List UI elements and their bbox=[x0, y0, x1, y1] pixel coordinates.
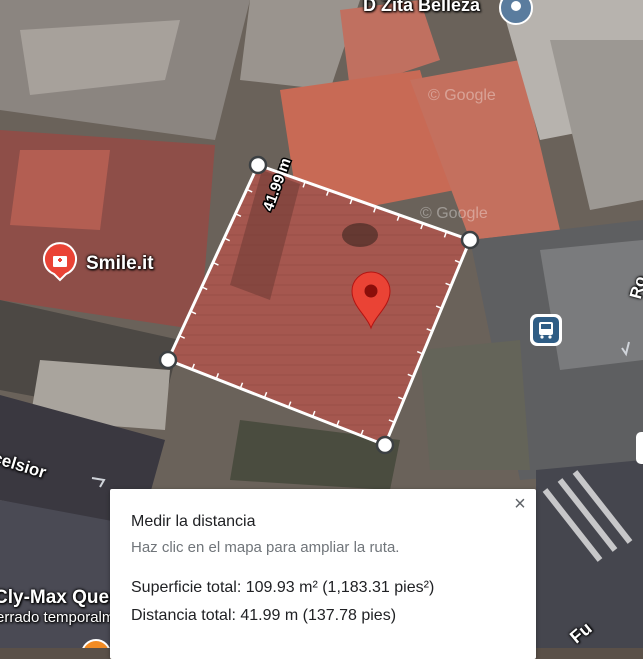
poi-label-business-top[interactable]: D Zita Belleza bbox=[363, 0, 480, 16]
watermark: © Google bbox=[420, 205, 488, 222]
poi-label-smile[interactable]: Smile.it bbox=[86, 253, 154, 275]
measure-vertex[interactable] bbox=[460, 230, 480, 250]
bus-stop-icon[interactable] bbox=[530, 314, 562, 346]
watermark: © Google bbox=[428, 87, 496, 104]
measure-vertex[interactable] bbox=[375, 435, 395, 455]
panel-hint: Haz clic en el mapa para ampliar la ruta… bbox=[131, 539, 400, 556]
measure-vertex[interactable] bbox=[158, 350, 178, 370]
measure-distance-panel: × Medir la distancia Haz clic en el mapa… bbox=[110, 489, 536, 659]
total-area: Superficie total: 109.93 m² (1,183.31 pi… bbox=[131, 579, 435, 596]
panel-title: Medir la distancia bbox=[131, 513, 256, 530]
measure-vertex[interactable] bbox=[248, 155, 268, 175]
poi-sublabel-bottom-left: errado temporalm bbox=[0, 609, 115, 626]
poi-label-bottom-left[interactable]: Cly-Max Ques bbox=[0, 587, 120, 609]
partial-poi-icon[interactable] bbox=[636, 432, 643, 464]
close-icon[interactable]: × bbox=[510, 494, 530, 515]
place-pin-icon[interactable] bbox=[499, 0, 533, 25]
total-distance: Distancia total: 41.99 m (137.78 pies) bbox=[131, 607, 397, 624]
